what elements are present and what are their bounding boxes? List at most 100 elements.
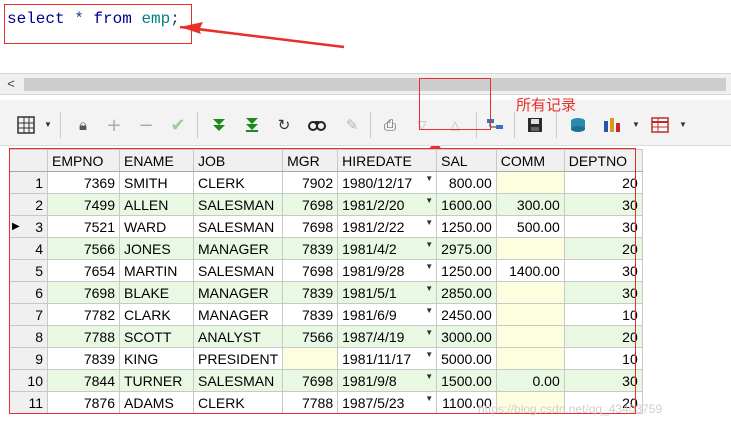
cell-empno[interactable]: 7876 <box>47 391 120 414</box>
column-header-sal[interactable]: SAL <box>436 149 497 172</box>
post-icon[interactable]: ✔ <box>167 114 189 136</box>
cell-comm[interactable] <box>495 347 565 370</box>
date-picker-dropdown-icon[interactable]: ▼ <box>425 394 433 403</box>
find-icon[interactable] <box>306 114 328 136</box>
cell-comm[interactable] <box>495 171 565 194</box>
cell-deptno[interactable]: 30 <box>563 215 643 238</box>
row-number[interactable]: 10 <box>9 369 48 392</box>
row-number[interactable]: 1 <box>9 171 48 194</box>
table-row[interactable]: 7 7782 CLARK MANAGER 7839 1981/6/9 ▼ 2450.00 10 <box>9 303 643 326</box>
cell-ename[interactable]: MARTIN <box>119 259 194 282</box>
cell-hiredate[interactable]: 1981/5/1 ▼ <box>337 281 438 304</box>
cell-mgr[interactable] <box>282 347 339 370</box>
save-icon[interactable] <box>524 114 546 136</box>
cell-empno[interactable]: 7782 <box>47 303 120 326</box>
cell-job[interactable]: MANAGER <box>192 237 284 260</box>
cell-empno[interactable]: 7369 <box>47 171 120 194</box>
print-icon[interactable]: ⎙ <box>379 114 401 136</box>
date-picker-dropdown-icon[interactable]: ▼ <box>425 240 433 249</box>
cell-empno[interactable]: 7521 <box>47 215 120 238</box>
cell-ename[interactable]: CLARK <box>119 303 194 326</box>
cell-deptno[interactable]: 20 <box>563 325 643 348</box>
column-header-hiredate[interactable]: HIREDATE <box>337 149 438 172</box>
cell-sal[interactable]: 1500.00 <box>436 369 497 392</box>
cell-mgr[interactable]: 7566 <box>282 325 339 348</box>
cell-comm[interactable]: 300.00 <box>495 193 565 216</box>
column-header-comm[interactable]: COMM <box>495 149 565 172</box>
cell-mgr[interactable]: 7698 <box>282 193 339 216</box>
cell-deptno[interactable]: 10 <box>563 347 643 370</box>
row-number[interactable]: ▶ 3 <box>9 215 48 238</box>
date-picker-dropdown-icon[interactable]: ▼ <box>425 196 433 205</box>
cell-job[interactable]: SALESMAN <box>192 369 284 392</box>
fetch-last-icon[interactable] <box>241 114 263 136</box>
cell-mgr[interactable]: 7902 <box>282 171 339 194</box>
cell-deptno[interactable]: 30 <box>563 281 643 304</box>
chart-icon[interactable] <box>601 114 623 136</box>
cell-sal[interactable]: 5000.00 <box>436 347 497 370</box>
row-number[interactable]: 5 <box>9 259 48 282</box>
cell-hiredate[interactable]: 1981/4/2 ▼ <box>337 237 438 260</box>
cell-empno[interactable]: 7698 <box>47 281 120 304</box>
table-row[interactable]: 6 7698 BLAKE MANAGER 7839 1981/5/1 ▼ 2850.00 30 <box>9 281 643 304</box>
cell-comm[interactable]: 0.00 <box>495 369 565 392</box>
add-row-icon[interactable]: + <box>103 114 125 136</box>
cell-sal[interactable]: 1250.00 <box>436 259 497 282</box>
scroll-left-button[interactable]: < <box>3 76 19 92</box>
horizontal-scrollbar[interactable]: < <box>0 73 731 95</box>
cell-ename[interactable]: ADAMS <box>119 391 194 414</box>
column-header-deptno[interactable]: DEPTNO <box>563 149 643 172</box>
cell-comm[interactable]: 1400.00 <box>495 259 565 282</box>
cell-mgr[interactable]: 7698 <box>282 215 339 238</box>
cell-mgr[interactable]: 7698 <box>282 369 339 392</box>
cell-deptno[interactable]: 30 <box>563 193 643 216</box>
cell-empno[interactable]: 7499 <box>47 193 120 216</box>
cell-ename[interactable]: ALLEN <box>119 193 194 216</box>
table-row[interactable]: 10 7844 TURNER SALESMAN 7698 1981/9/8 ▼ 1500.00… <box>9 369 643 392</box>
cell-hiredate[interactable]: 1981/2/20 ▼ <box>337 193 438 216</box>
cell-hiredate[interactable]: 1981/9/28 ▼ <box>337 259 438 282</box>
cell-job[interactable]: PRESIDENT <box>192 347 284 370</box>
cell-empno[interactable]: 7788 <box>47 325 120 348</box>
cell-hiredate[interactable]: 1981/9/8 ▼ <box>337 369 438 392</box>
cell-sal[interactable]: 2450.00 <box>436 303 497 326</box>
cell-ename[interactable]: TURNER <box>119 369 194 392</box>
cell-mgr[interactable]: 7698 <box>282 259 339 282</box>
cell-sal[interactable]: 800.00 <box>436 171 497 194</box>
cell-sal[interactable]: 2850.00 <box>436 281 497 304</box>
cell-hiredate[interactable]: 1980/12/17 ▼ <box>337 171 438 194</box>
cell-empno[interactable]: 7844 <box>47 369 120 392</box>
cell-comm[interactable]: 500.00 <box>495 215 565 238</box>
table-row[interactable]: 5 7654 MARTIN SALESMAN 7698 1981/9/28 ▼ 1250.00… <box>9 259 643 282</box>
table-view-icon[interactable] <box>649 114 671 136</box>
cell-job[interactable]: SALESMAN <box>192 259 284 282</box>
date-picker-dropdown-icon[interactable]: ▼ <box>425 350 433 359</box>
cell-mgr[interactable]: 7788 <box>282 391 339 414</box>
scrollbar-thumb[interactable] <box>24 78 726 91</box>
table-view-dropdown-icon[interactable]: ▼ <box>679 120 687 129</box>
column-header-ename[interactable]: ENAME <box>119 149 194 172</box>
cell-job[interactable]: SALESMAN <box>192 193 284 216</box>
grid-menu-dropdown-icon[interactable]: ▼ <box>44 120 52 129</box>
cell-job[interactable]: MANAGER <box>192 303 284 326</box>
row-number[interactable]: 9 <box>9 347 48 370</box>
cell-comm[interactable] <box>495 237 565 260</box>
cell-sal[interactable]: 1600.00 <box>436 193 497 216</box>
cell-empno[interactable]: 7839 <box>47 347 120 370</box>
cell-empno[interactable]: 7654 <box>47 259 120 282</box>
date-picker-dropdown-icon[interactable]: ▼ <box>425 218 433 227</box>
date-picker-dropdown-icon[interactable]: ▼ <box>425 328 433 337</box>
column-header-mgr[interactable]: MGR <box>282 149 339 172</box>
cell-job[interactable]: CLERK <box>192 391 284 414</box>
date-picker-dropdown-icon[interactable]: ▼ <box>425 306 433 315</box>
row-number[interactable]: 11 <box>9 391 48 414</box>
cell-hiredate[interactable]: 1981/11/17 ▼ <box>337 347 438 370</box>
fetch-next-icon[interactable] <box>208 114 230 136</box>
date-picker-dropdown-icon[interactable]: ▼ <box>425 284 433 293</box>
cell-deptno[interactable]: 20 <box>563 237 643 260</box>
cell-deptno[interactable]: 30 <box>563 369 643 392</box>
date-picker-dropdown-icon[interactable]: ▼ <box>425 262 433 271</box>
date-picker-dropdown-icon[interactable]: ▼ <box>425 372 433 381</box>
column-header-job[interactable]: JOB <box>192 149 284 172</box>
cell-mgr[interactable]: 7839 <box>282 281 339 304</box>
